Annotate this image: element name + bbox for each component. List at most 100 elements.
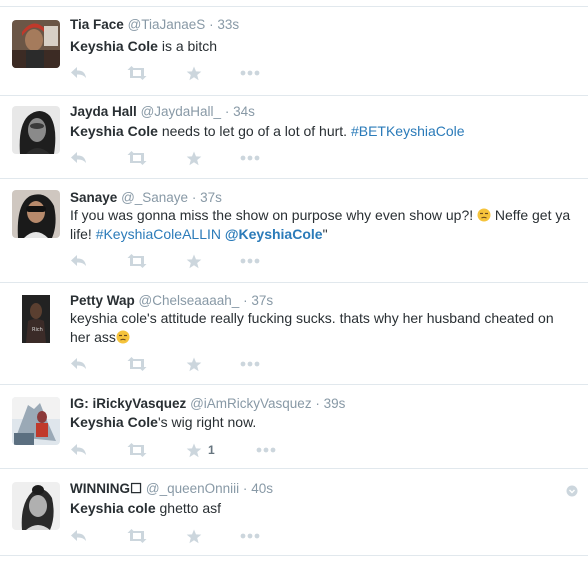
text-segment: 's wig right now. <box>157 414 257 430</box>
more-dots-icon <box>240 361 260 367</box>
timestamp[interactable]: 37s <box>200 190 222 205</box>
separator: · <box>191 190 197 205</box>
avatar[interactable] <box>12 106 60 154</box>
caret-icon[interactable] <box>566 484 578 497</box>
hashtag-link[interactable]: #KeyshiaColeALLIN <box>96 226 221 242</box>
reply-icon <box>70 529 88 543</box>
favorite-button[interactable] <box>186 252 202 270</box>
username[interactable]: @JaydaHall_ <box>141 104 222 119</box>
timestamp[interactable]: 39s <box>324 396 346 411</box>
tweet-text: Keyshia Cole's wig right now. <box>70 413 575 432</box>
more-dots-icon <box>240 155 260 161</box>
star-icon <box>186 151 202 166</box>
tweet-header: WINNING☐ @_queenOnniii · 40s <box>70 480 273 498</box>
timestamp[interactable]: 33s <box>217 17 239 32</box>
username[interactable]: @iAmRickyVasquez <box>190 396 312 411</box>
tweet-text: Keyshia Cole needs to let go of a lot of… <box>70 122 575 141</box>
star-icon <box>186 357 202 372</box>
hashtag-link[interactable]: #BETKeyshiaCole <box>351 123 465 139</box>
retweet-icon <box>126 66 148 80</box>
username[interactable]: @_Sanaye <box>121 190 188 205</box>
display-name[interactable]: Sanaye <box>70 190 117 205</box>
tweet-header: Sanaye @_Sanaye · 37s <box>70 189 222 207</box>
reply-button[interactable] <box>70 252 88 270</box>
divider <box>0 555 588 556</box>
tweet-text: If you was gonna miss the show on purpos… <box>70 206 575 244</box>
timestamp[interactable]: 40s <box>251 481 273 496</box>
retweet-icon <box>126 443 148 457</box>
username[interactable]: @TiaJanaeS <box>128 17 206 32</box>
display-name[interactable]: Tia Face <box>70 17 124 32</box>
favorite-count: 1 <box>208 443 215 457</box>
more-button[interactable] <box>240 64 260 82</box>
text-segment: ghetto asf <box>155 500 221 516</box>
reply-button[interactable] <box>70 64 88 82</box>
retweet-button[interactable] <box>126 355 148 373</box>
username[interactable]: @Chelseaaaah_ <box>139 293 240 308</box>
mention-link[interactable]: @KeyshiaCole <box>225 226 323 242</box>
avatar[interactable] <box>12 190 60 238</box>
text-segment: If you was gonna miss the show on purpos… <box>70 207 478 223</box>
reply-button[interactable] <box>70 441 88 459</box>
favorite-button[interactable] <box>186 149 202 167</box>
reply-icon <box>70 254 88 268</box>
retweet-icon <box>126 529 148 543</box>
avatar[interactable] <box>12 482 60 530</box>
unamused-emoji <box>477 208 491 222</box>
more-dots-icon <box>240 258 260 264</box>
more-button[interactable] <box>240 252 260 270</box>
avatar[interactable] <box>12 20 60 68</box>
favorite-button[interactable] <box>186 355 202 373</box>
retweet-icon <box>126 254 148 268</box>
display-name[interactable]: IG: iRickyVasquez <box>70 396 186 411</box>
divider <box>0 6 588 7</box>
star-icon <box>186 254 202 269</box>
display-name[interactable]: WINNING☐ <box>70 481 142 496</box>
retweet-button[interactable] <box>126 64 148 82</box>
display-name[interactable]: Jayda Hall <box>70 104 137 119</box>
reply-button[interactable] <box>70 149 88 167</box>
more-button[interactable] <box>240 527 260 545</box>
star-icon <box>186 529 202 544</box>
reply-icon <box>70 66 88 80</box>
text-segment: keyshia cole's attitude really fucking s… <box>70 310 554 345</box>
favorite-button[interactable] <box>186 527 202 545</box>
retweet-button[interactable] <box>126 149 148 167</box>
text-segment: needs to let go of a lot of hurt. <box>157 123 351 139</box>
retweet-button[interactable] <box>126 441 148 459</box>
separator: · <box>224 104 230 119</box>
avatar[interactable] <box>12 397 60 445</box>
search-term-highlight: Keyshia Cole <box>70 414 158 430</box>
search-term-highlight: Keyshia cole <box>70 500 156 516</box>
unamused-emoji <box>116 330 130 344</box>
reply-button[interactable] <box>70 527 88 545</box>
display-name[interactable]: Petty Wap <box>70 293 135 308</box>
favorite-button[interactable]: 1 <box>186 441 215 459</box>
tweet-header: Petty Wap @Chelseaaaah_ · 37s <box>70 292 273 310</box>
divider <box>0 384 588 385</box>
retweet-button[interactable] <box>126 252 148 270</box>
more-dots-icon <box>240 533 260 539</box>
separator: · <box>315 396 320 411</box>
retweet-icon <box>126 151 148 165</box>
more-button[interactable] <box>240 149 260 167</box>
tweet-header: IG: iRickyVasquez @iAmRickyVasquez · 39s <box>70 395 345 413</box>
reply-icon <box>70 151 88 165</box>
username[interactable]: @_queenOnniii <box>146 481 239 496</box>
text-segment: " <box>322 226 328 242</box>
separator: · <box>209 17 214 32</box>
divider <box>0 178 588 179</box>
timestamp[interactable]: 37s <box>251 293 273 308</box>
more-button[interactable] <box>256 441 276 459</box>
timestamp[interactable]: 34s <box>233 104 255 119</box>
retweet-button[interactable] <box>126 527 148 545</box>
avatar[interactable]: Rich <box>12 295 60 343</box>
retweet-icon <box>126 357 148 371</box>
separator: · <box>242 481 248 496</box>
tweet-text: keyshia cole's attitude really fucking s… <box>70 309 575 347</box>
reply-button[interactable] <box>70 355 88 373</box>
tweet-header: Jayda Hall @JaydaHall_ · 34s <box>70 103 255 121</box>
favorite-button[interactable] <box>186 64 202 82</box>
star-icon <box>186 66 202 81</box>
more-button[interactable] <box>240 355 260 373</box>
